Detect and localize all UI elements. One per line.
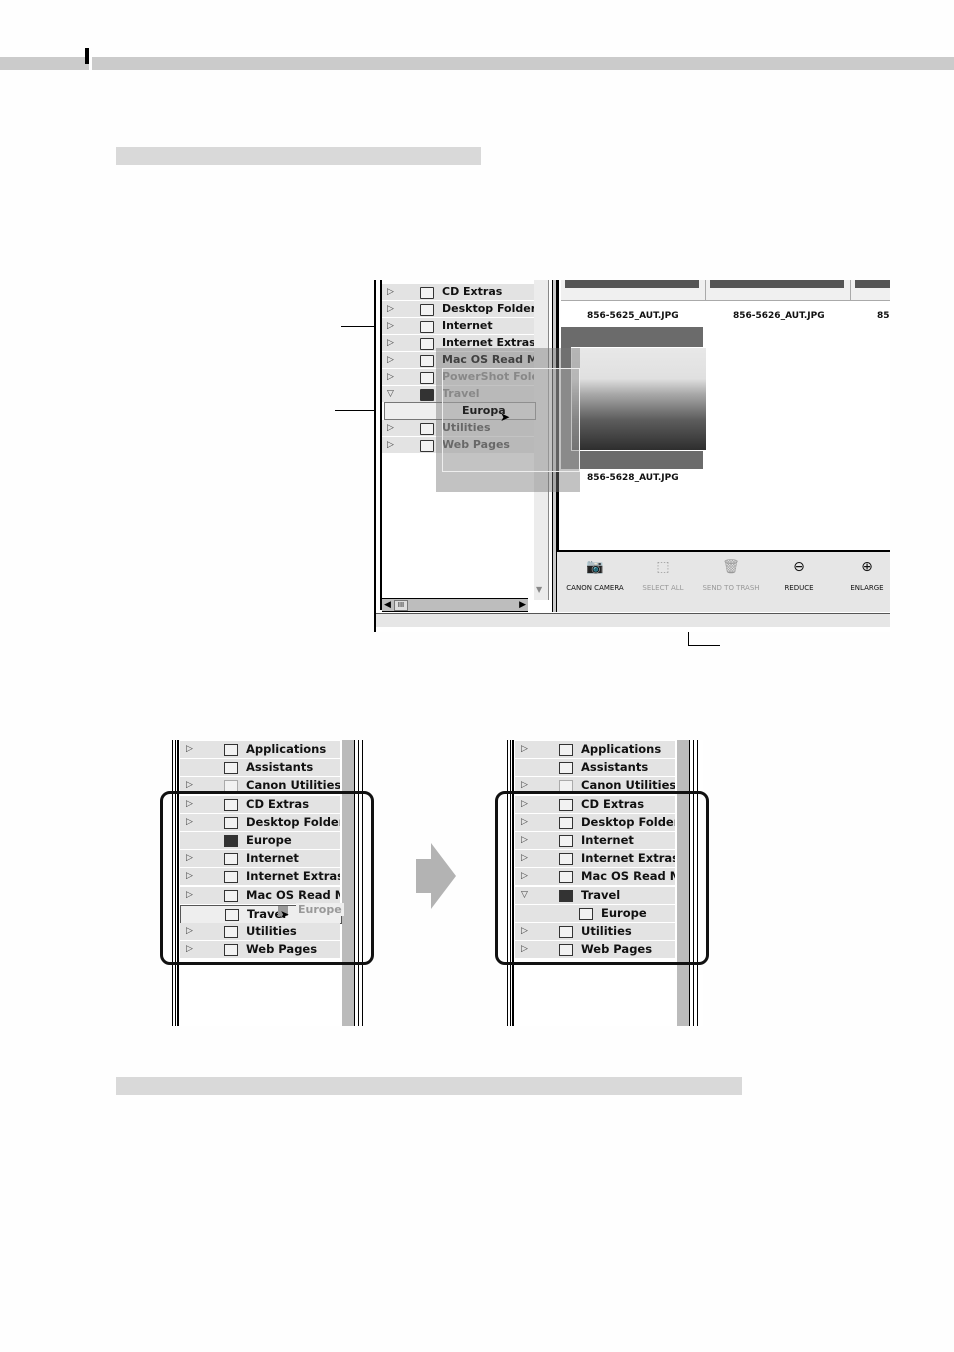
header-bar <box>0 57 954 70</box>
tree-row[interactable]: ▷ CD Extras <box>382 284 534 301</box>
header-gap <box>89 57 92 70</box>
toolbar-button-label: CANON CAMERA <box>566 584 624 592</box>
folder-icon <box>420 304 434 316</box>
highlight-box-before <box>160 791 374 965</box>
toolbar-button-select-all[interactable]: ⬚ SELECT ALL <box>629 558 697 592</box>
folder-icon <box>420 423 434 435</box>
disclosure-collapsed-icon[interactable]: ▷ <box>521 741 528 758</box>
thumbnail-area[interactable]: 856-5625_AUT.JPG 856-5626_AUT.JPG 85 856… <box>557 280 890 552</box>
highlight-box-after <box>495 791 709 965</box>
folder-icon <box>420 338 434 350</box>
camera-icon: 📷 <box>586 559 604 575</box>
folder-icon <box>559 762 573 775</box>
thumbnail-cell[interactable] <box>561 280 706 301</box>
scroll-down-arrow-icon[interactable]: ▼ <box>536 585 542 594</box>
scroll-left-arrow-icon[interactable]: ◀ <box>384 599 391 611</box>
selected-thumbnail[interactable] <box>561 327 707 469</box>
cursor-icon: ➤ <box>500 410 511 424</box>
trash-icon: 🗑 <box>722 559 740 575</box>
disclosure-expanded-icon[interactable]: ▽ <box>387 386 394 402</box>
thumbnail-cell[interactable] <box>851 280 890 301</box>
zoom-in-icon: ⊕ <box>861 559 873 575</box>
folder-row[interactable]: ▷ Applications <box>180 741 340 759</box>
folder-row-label: Assistants <box>246 760 314 775</box>
folder-icon <box>420 372 434 384</box>
selected-thumbnail-filename: 856-5628_AUT.JPG <box>587 473 679 483</box>
browser-window-screenshot: ▷ CD Extras ▷ Desktop Folder ▷ Internet ▷ Inter… <box>374 280 890 632</box>
tree-row-label: CD Extras <box>442 285 503 298</box>
right-arrow-icon <box>416 843 456 909</box>
folder-icon <box>224 744 238 756</box>
disclosure-collapsed-icon[interactable]: ▷ <box>186 741 193 758</box>
folder-icon <box>420 355 434 367</box>
disclosure-collapsed-icon[interactable]: ▷ <box>387 352 394 368</box>
toolbar-button-reduce[interactable]: ⊖ REDUCE <box>765 558 833 592</box>
disclosure-collapsed-icon[interactable]: ▷ <box>387 301 394 317</box>
thumbnail-cell[interactable] <box>706 280 851 301</box>
toolbar-button-enlarge[interactable]: ⊕ ENLARGE <box>833 558 890 592</box>
scroll-right-arrow-icon[interactable]: ▶ <box>519 599 526 611</box>
window-frame <box>374 280 376 632</box>
toolbar-button-label: REDUCE <box>784 584 814 592</box>
folder-row[interactable]: Assistants <box>515 759 675 778</box>
disclosure-collapsed-icon[interactable]: ▷ <box>387 437 394 453</box>
tree-row-label: Desktop Folder <box>442 302 534 315</box>
toolbar-button-canon-camera[interactable]: 📷 CANON CAMERA <box>561 558 629 592</box>
section-heading-bar <box>116 147 481 165</box>
folder-row[interactable]: Assistants <box>180 759 340 778</box>
scroll-thumb[interactable]: III <box>394 600 408 611</box>
toolbar-button-label: SEND TO TRASH <box>702 584 760 592</box>
status-bar <box>376 613 890 627</box>
thumbnail-image <box>855 280 890 288</box>
folder-row[interactable]: ▷ Applications <box>515 741 675 759</box>
callout-line-content-foot <box>688 645 720 646</box>
zoom-out-icon: ⊖ <box>793 559 805 575</box>
toolbar-button-label: ENLARGE <box>850 584 884 592</box>
folder-dark-icon <box>420 389 434 401</box>
disclosure-collapsed-icon[interactable]: ▷ <box>387 318 394 334</box>
thumbnail-filename: 85 <box>877 311 890 321</box>
folder-row-label: Applications <box>581 742 662 756</box>
disclosure-collapsed-icon[interactable]: ▷ <box>387 420 394 436</box>
folder-icon <box>420 321 434 333</box>
drag-ghost-image <box>442 368 580 472</box>
toolbar-button-label: SELECT ALL <box>642 584 684 592</box>
tree-horizontal-scrollbar[interactable]: ◀ III ▶ <box>382 598 528 612</box>
toolbar: 📷 CANON CAMERA ⬚ SELECT ALL 🗑 SEND TO TRASH ⊖ R… <box>557 552 890 612</box>
thumbnail-filename: 856-5625_AUT.JPG <box>587 311 679 321</box>
folder-row-label: Assistants <box>581 760 649 775</box>
tree-row[interactable]: ▷ Internet <box>382 318 534 335</box>
thumbnail-image <box>710 280 844 288</box>
folder-icon <box>420 440 434 452</box>
tree-row-label: Internet <box>442 319 493 332</box>
disclosure-collapsed-icon[interactable]: ▷ <box>387 284 394 300</box>
disclosure-collapsed-icon[interactable]: ▷ <box>387 335 394 351</box>
section-heading-bar-2 <box>116 1077 742 1095</box>
thumbnail-image <box>565 280 699 288</box>
tree-row[interactable]: ▷ Desktop Folder <box>382 301 534 318</box>
toolbar-button-send-to-trash[interactable]: 🗑 SEND TO TRASH <box>697 558 765 592</box>
photo-image <box>571 347 707 451</box>
folder-icon <box>559 744 573 756</box>
thumbnail-filename: 856-5626_AUT.JPG <box>733 311 825 321</box>
folder-icon <box>420 287 434 299</box>
select-all-icon: ⬚ <box>656 559 670 575</box>
folder-icon <box>224 762 238 775</box>
disclosure-collapsed-icon[interactable]: ▷ <box>387 369 394 385</box>
folder-row-label: Applications <box>246 742 327 756</box>
